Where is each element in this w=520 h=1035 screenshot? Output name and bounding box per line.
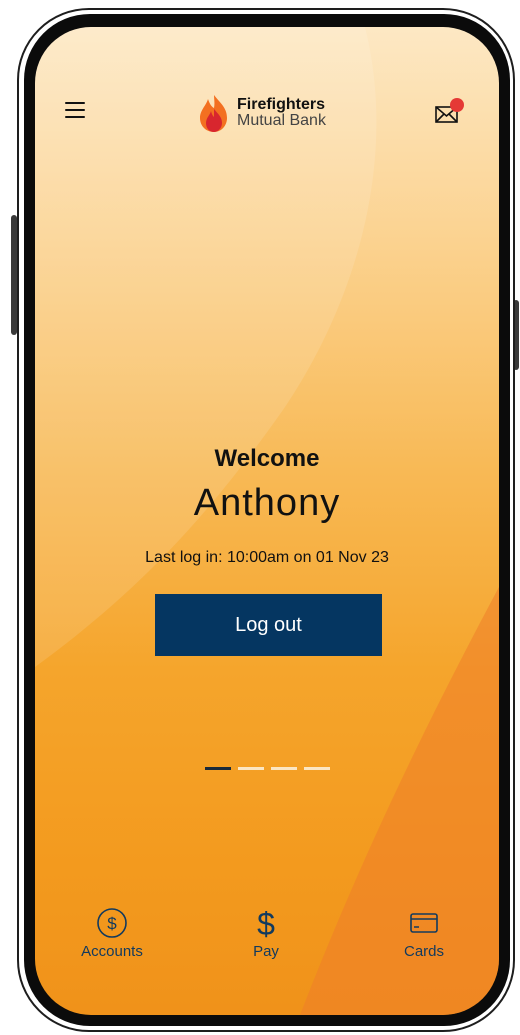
- nav-accounts[interactable]: $ Accounts: [67, 907, 157, 960]
- nav-accounts-label: Accounts: [81, 943, 143, 960]
- flame-icon: [200, 95, 227, 132]
- brand-text: Firefighters Mutual Bank: [237, 97, 326, 129]
- logout-button[interactable]: Log out: [155, 594, 382, 656]
- welcome-title: Welcome: [214, 445, 320, 472]
- dollar-circle-icon: $: [97, 908, 127, 938]
- user-name: Anthony: [193, 482, 341, 524]
- brand-name-line1: Firefighters: [237, 96, 326, 113]
- carousel-dot-4[interactable]: [304, 767, 330, 770]
- notification-badge: [450, 98, 464, 112]
- svg-text:$: $: [107, 914, 117, 933]
- nav-cards[interactable]: Cards: [379, 907, 469, 960]
- bottom-nav: $ Accounts $ Pay Cards: [35, 907, 499, 987]
- card-icon: [410, 913, 438, 933]
- svg-text:$: $: [257, 907, 275, 939]
- last-login-text: Last log in: 10:00am on 01 Nov 23: [145, 549, 389, 566]
- carousel-indicator: [205, 767, 337, 770]
- brand-logo: Firefighters Mutual Bank: [197, 93, 326, 133]
- nav-cards-label: Cards: [403, 943, 444, 960]
- carousel-dot-3[interactable]: [271, 767, 297, 770]
- nav-pay-label: Pay: [253, 943, 279, 960]
- top-bar: Firefighters Mutual Bank: [35, 27, 499, 147]
- carousel-dot-1[interactable]: [205, 767, 231, 770]
- carousel-dot-2[interactable]: [238, 767, 264, 770]
- dollar-icon: $: [257, 907, 275, 939]
- app-screen: Firefighters Mutual Bank Welcome Anthony…: [35, 27, 499, 1015]
- hamburger-menu-icon[interactable]: [65, 102, 85, 118]
- nav-pay[interactable]: $ Pay: [221, 907, 311, 960]
- brand-name-line2: Mutual Bank: [237, 112, 326, 129]
